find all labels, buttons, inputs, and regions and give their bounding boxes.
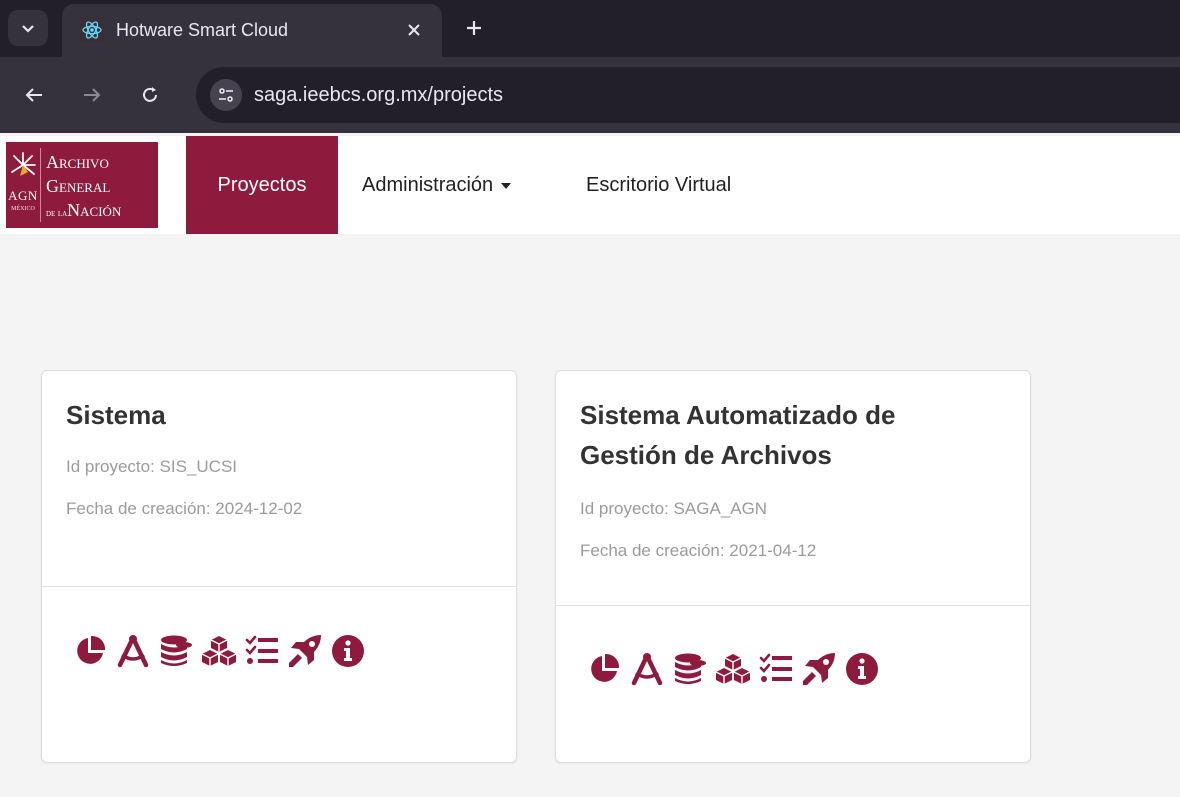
logo-divider (40, 148, 41, 222)
database-icon[interactable] (672, 651, 708, 687)
nav-item-label: Proyectos (217, 173, 307, 196)
address-bar[interactable]: saga.ieebcs.org.mx/projects (196, 67, 1180, 123)
drafting-compass-icon[interactable] (115, 633, 151, 669)
logo-line-3-prefix: de la (46, 208, 68, 219)
project-id: Id proyecto: SIS_UCSI (66, 457, 238, 476)
browser-tab[interactable]: Hotware Smart Cloud (62, 4, 442, 57)
logo-line-3: de laNación (46, 198, 121, 226)
rocket-icon[interactable] (801, 651, 837, 687)
close-tab-button[interactable] (398, 14, 430, 46)
database-icon[interactable] (158, 633, 194, 669)
nav-item-label: Escritorio Virtual (586, 173, 732, 196)
logo-line-2: General (46, 176, 111, 196)
cubes-icon[interactable] (201, 633, 237, 669)
plus-icon (467, 21, 481, 35)
card-divider (42, 586, 516, 587)
card-divider (556, 605, 1030, 606)
logo-emblem: AGN MÉXICO (6, 142, 40, 228)
app-navbar: AGN MÉXICO Archivo General de laNación P… (0, 136, 1180, 234)
info-icon[interactable] (844, 651, 880, 687)
drafting-compass-icon[interactable] (629, 651, 665, 687)
reload-icon (143, 87, 157, 102)
browser-toolbar: saga.ieebcs.org.mx/projects (0, 57, 1180, 133)
reload-button[interactable] (132, 77, 168, 113)
project-date: Fecha de creación: 2021-04-12 (580, 541, 817, 560)
nav-item-label: Administración (362, 173, 494, 196)
project-title: Sistema Automatizado de Gestión de Archi… (580, 400, 896, 470)
pie-chart-icon[interactable] (72, 633, 108, 669)
info-icon[interactable] (330, 633, 366, 669)
project-actions (72, 633, 373, 669)
site-info-button[interactable] (210, 79, 242, 111)
nav-item-proyectos[interactable]: Proyectos (186, 136, 338, 234)
nav-item-administracion[interactable]: Administración (362, 136, 512, 234)
tasks-list-icon[interactable] (758, 651, 794, 687)
tab-title: Hotware Smart Cloud (116, 20, 289, 40)
forward-icon (84, 88, 101, 102)
react-favicon-icon (80, 18, 104, 42)
project-title: Sistema (66, 400, 166, 430)
logo-badge: AGN (8, 188, 38, 203)
project-id: Id proyecto: SAGA_AGN (580, 499, 768, 518)
browser-tab-strip: Hotware Smart Cloud (0, 0, 1180, 57)
new-tab-button[interactable] (458, 12, 490, 44)
back-button[interactable] (16, 77, 52, 113)
nav-item-escritorio-virtual[interactable]: Escritorio Virtual (586, 136, 731, 234)
project-card[interactable]: Sistema Id proyecto: SIS_UCSI Fecha de c… (41, 370, 517, 763)
pie-chart-icon[interactable] (586, 651, 622, 687)
logo-text: Archivo General de laNación (46, 150, 121, 226)
caret-down-icon (501, 183, 512, 189)
tab-search-button[interactable] (8, 10, 48, 46)
project-actions (586, 651, 887, 687)
logo-badge-sub: MÉXICO (11, 206, 35, 212)
chevron-down-icon (22, 25, 34, 33)
rocket-icon[interactable] (287, 633, 323, 669)
tasks-list-icon[interactable] (244, 633, 280, 669)
cubes-icon[interactable] (715, 651, 751, 687)
site-settings-icon (219, 88, 233, 102)
agn-logo[interactable]: AGN MÉXICO Archivo General de laNación (6, 142, 158, 228)
url-text: saga.ieebcs.org.mx/projects (254, 84, 504, 106)
close-icon (408, 24, 420, 36)
project-card[interactable]: Sistema Automatizado de Gestión de Archi… (555, 370, 1031, 763)
back-icon (25, 88, 42, 102)
sun-emblem-icon (11, 152, 36, 176)
logo-line-1: Archivo (46, 152, 109, 172)
forward-button[interactable] (74, 77, 110, 113)
logo-line-3-main: Nación (67, 200, 122, 220)
project-date: Fecha de creación: 2024-12-02 (66, 499, 303, 518)
